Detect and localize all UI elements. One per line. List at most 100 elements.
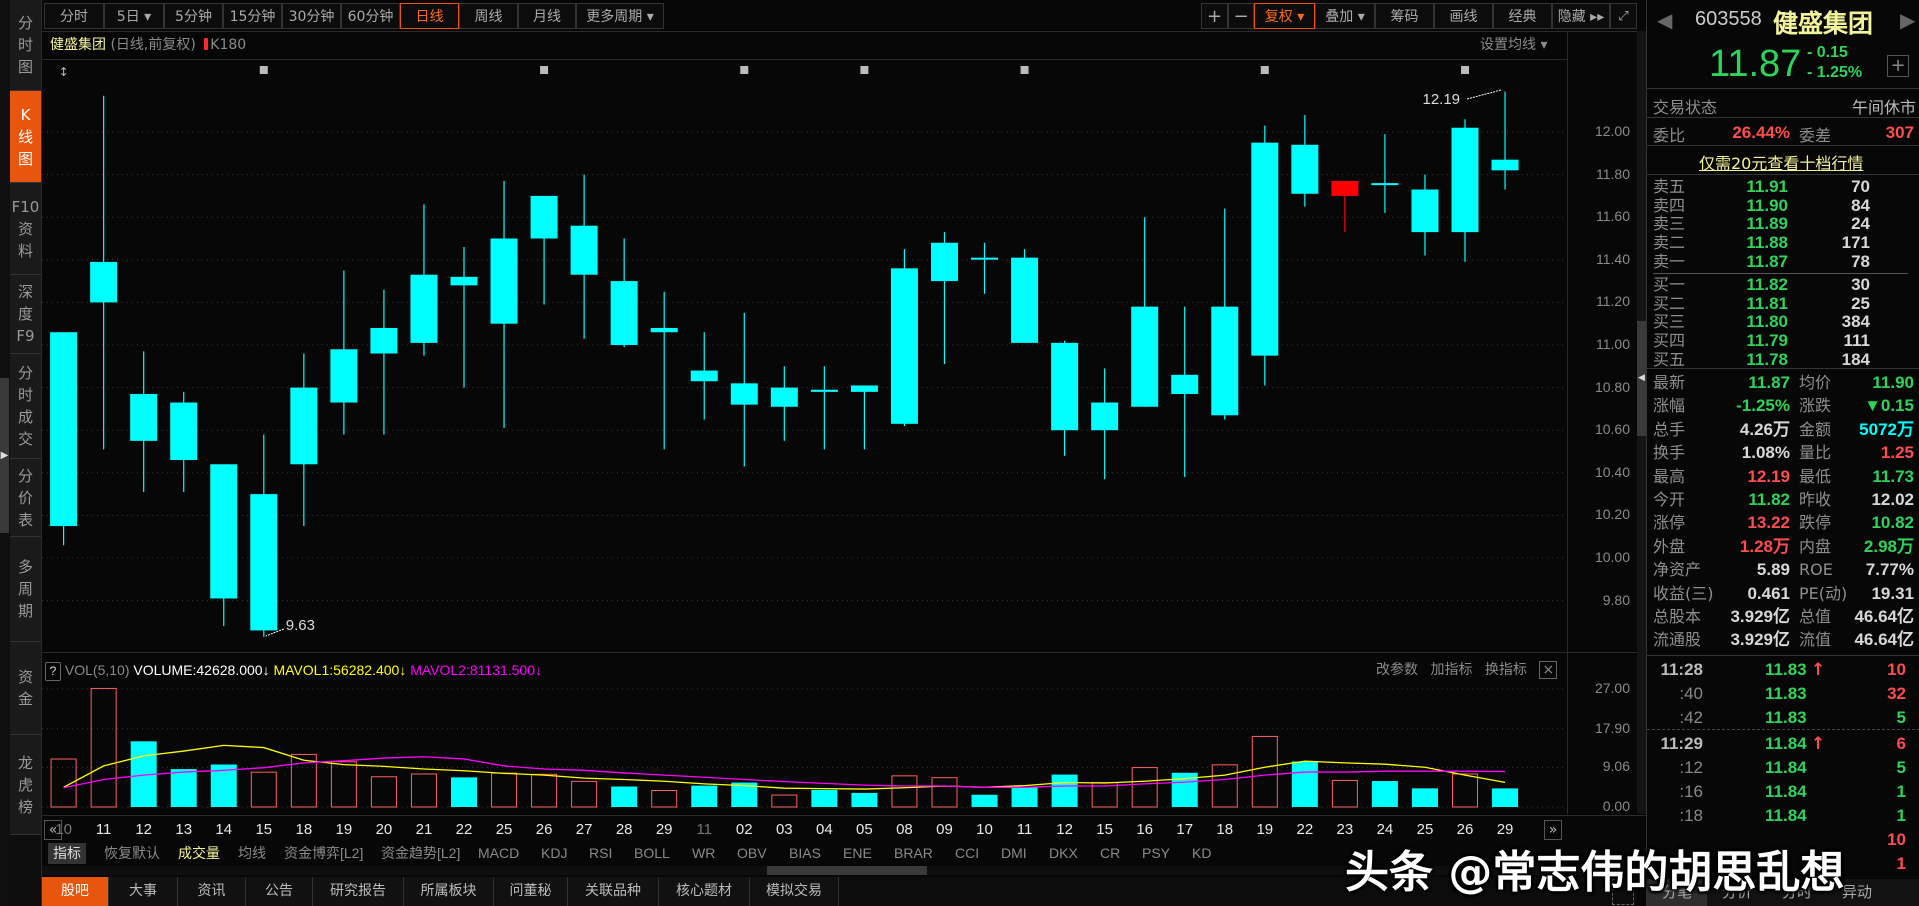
bottom-tab[interactable]: 关联品种 bbox=[568, 877, 659, 906]
order-book-price[interactable]: 11.78 bbox=[1746, 350, 1788, 369]
indicator-tab[interactable]: OBV bbox=[737, 843, 767, 864]
stat-label: 金额 bbox=[1799, 419, 1832, 439]
indicator-tab[interactable]: DMI bbox=[1001, 843, 1027, 864]
bottom-tab[interactable]: 研究报告 bbox=[313, 877, 404, 906]
candle-body bbox=[450, 276, 478, 286]
candle-body bbox=[90, 261, 118, 303]
order-book-price[interactable]: 11.90 bbox=[1746, 196, 1788, 215]
stock-name: 健盛集团 bbox=[1773, 9, 1874, 38]
candle-body bbox=[210, 464, 238, 599]
candle-body bbox=[690, 370, 718, 382]
indicator-tab[interactable]: 恢复默认 bbox=[104, 843, 160, 864]
bottom-tab[interactable]: 股吧 bbox=[42, 877, 109, 906]
indicator-tab[interactable]: MACD bbox=[478, 843, 519, 864]
order-book-price[interactable]: 11.87 bbox=[1746, 252, 1788, 271]
order-book-price[interactable]: 11.80 bbox=[1746, 313, 1788, 331]
candle-body bbox=[610, 281, 638, 345]
order-book-price[interactable]: 11.89 bbox=[1746, 215, 1788, 233]
stat-value: 12.19 bbox=[1747, 466, 1790, 486]
candle-body bbox=[1171, 374, 1199, 394]
order-book-level-label: 卖五 bbox=[1653, 177, 1686, 196]
bottom-tab[interactable]: 资讯 bbox=[178, 877, 246, 906]
candle-body bbox=[1091, 402, 1119, 431]
indicator-tab[interactable]: BIAS bbox=[789, 843, 821, 864]
price-tick-label: 9.80 bbox=[1602, 591, 1630, 608]
trade-status-value: 午间休市 bbox=[1851, 98, 1916, 117]
tick-time: :12 bbox=[1679, 758, 1703, 777]
candle-body bbox=[890, 268, 918, 424]
candle-body bbox=[170, 402, 198, 461]
tick-price: 11.84 bbox=[1765, 758, 1807, 777]
order-book-price[interactable]: 11.82 bbox=[1746, 276, 1788, 294]
date-label: 18 bbox=[295, 821, 313, 838]
tick-volume: 10 bbox=[1887, 660, 1906, 679]
kline-chart[interactable]: ↕ 12.19 9.63 bbox=[0, 0, 1919, 906]
stat-value: 2.98万 bbox=[1863, 536, 1914, 556]
add-watchlist-button[interactable]: + bbox=[1887, 55, 1909, 77]
next-stock-arrow-icon[interactable]: ▶ bbox=[1900, 8, 1915, 32]
indicator-tab[interactable]: KD bbox=[1192, 843, 1211, 864]
date-label: 18 bbox=[1216, 821, 1234, 838]
tick-time: :40 bbox=[1679, 684, 1703, 703]
indicator-tab[interactable]: 指标 bbox=[48, 843, 86, 864]
stat-value: 13.22 bbox=[1747, 513, 1790, 533]
stat-value: 46.64亿 bbox=[1854, 630, 1914, 650]
volume-bar bbox=[811, 789, 838, 807]
price-change-pct: - 1.25% bbox=[1807, 64, 1863, 81]
prev-stock-arrow-icon[interactable]: ◀ bbox=[1657, 8, 1672, 32]
price-change: - 0.15 bbox=[1807, 44, 1848, 61]
scrollbar-thumb[interactable] bbox=[767, 866, 927, 875]
bottom-tab[interactable]: 所属板块 bbox=[404, 877, 494, 906]
event-marker-icon bbox=[1020, 66, 1029, 74]
level2-promo-link[interactable]: 仅需20元查看十档行情 bbox=[1699, 150, 1863, 174]
bottom-tab[interactable]: 模拟交易 bbox=[750, 877, 839, 906]
stat-value: 11.73 bbox=[1872, 466, 1914, 486]
tick-volume: 1 bbox=[1896, 854, 1906, 873]
date-label: 20 bbox=[375, 821, 393, 838]
stat-value: -1.25% bbox=[1736, 396, 1790, 416]
stat-label: 今开 bbox=[1653, 490, 1686, 509]
bottom-tab[interactable]: 核心题材 bbox=[659, 877, 750, 906]
order-book-price[interactable]: 11.91 bbox=[1746, 178, 1788, 196]
volume-bar bbox=[611, 786, 638, 807]
price-tick-label: 10.40 bbox=[1594, 463, 1630, 480]
date-label: 04 bbox=[816, 821, 833, 838]
indicator-tab[interactable]: 均线 bbox=[238, 843, 266, 864]
indicator-tab[interactable]: 资金趋势[L2] bbox=[381, 843, 460, 864]
candle-body bbox=[570, 225, 598, 275]
indicator-tab[interactable]: RSI bbox=[589, 843, 612, 864]
stat-label: 跌停 bbox=[1799, 513, 1832, 533]
candle-body bbox=[850, 385, 878, 392]
stat-value: 0.461 bbox=[1747, 583, 1790, 603]
stat-label: 内盘 bbox=[1799, 536, 1832, 556]
order-book-price[interactable]: 11.79 bbox=[1746, 332, 1788, 350]
indicator-tab[interactable]: 成交量 bbox=[178, 843, 220, 864]
order-book-volume: 78 bbox=[1851, 251, 1870, 271]
indicator-tab[interactable]: BRAR bbox=[894, 843, 933, 864]
indicator-tab[interactable]: DKX bbox=[1049, 843, 1078, 864]
order-book-volume: 25 bbox=[1851, 293, 1870, 313]
volume-tick-label: 9.06 bbox=[1602, 758, 1630, 775]
volume-bar bbox=[1051, 774, 1078, 807]
indicator-tab[interactable]: 资金博弈[L2] bbox=[284, 843, 363, 864]
volume-bar bbox=[531, 773, 558, 808]
indicator-tab[interactable]: KDJ bbox=[541, 843, 567, 864]
order-book-level-label: 卖一 bbox=[1653, 251, 1686, 271]
quote-tab-filler bbox=[1887, 879, 1919, 906]
order-book-level-label: 卖四 bbox=[1653, 195, 1686, 215]
indicator-tab[interactable]: CCI bbox=[955, 843, 979, 864]
stat-value: 11.87 bbox=[1748, 373, 1790, 392]
date-label: 25 bbox=[495, 821, 513, 838]
indicator-tab[interactable]: PSY bbox=[1142, 843, 1170, 864]
bottom-tab[interactable]: 问董秘 bbox=[494, 877, 568, 906]
indicator-tab[interactable]: BOLL bbox=[634, 843, 670, 864]
indicator-tab[interactable]: WR bbox=[692, 843, 715, 864]
bottom-tab[interactable]: 大事 bbox=[109, 877, 178, 906]
order-book-price[interactable]: 11.81 bbox=[1746, 294, 1788, 313]
order-book-price[interactable]: 11.88 bbox=[1746, 234, 1788, 252]
bottom-tab[interactable]: 公告 bbox=[246, 877, 313, 906]
indicator-tab[interactable]: CR bbox=[1100, 843, 1120, 864]
tick-price: 11.83 bbox=[1765, 660, 1807, 679]
tick-time: :42 bbox=[1679, 708, 1703, 727]
indicator-tab[interactable]: ENE bbox=[843, 843, 872, 864]
